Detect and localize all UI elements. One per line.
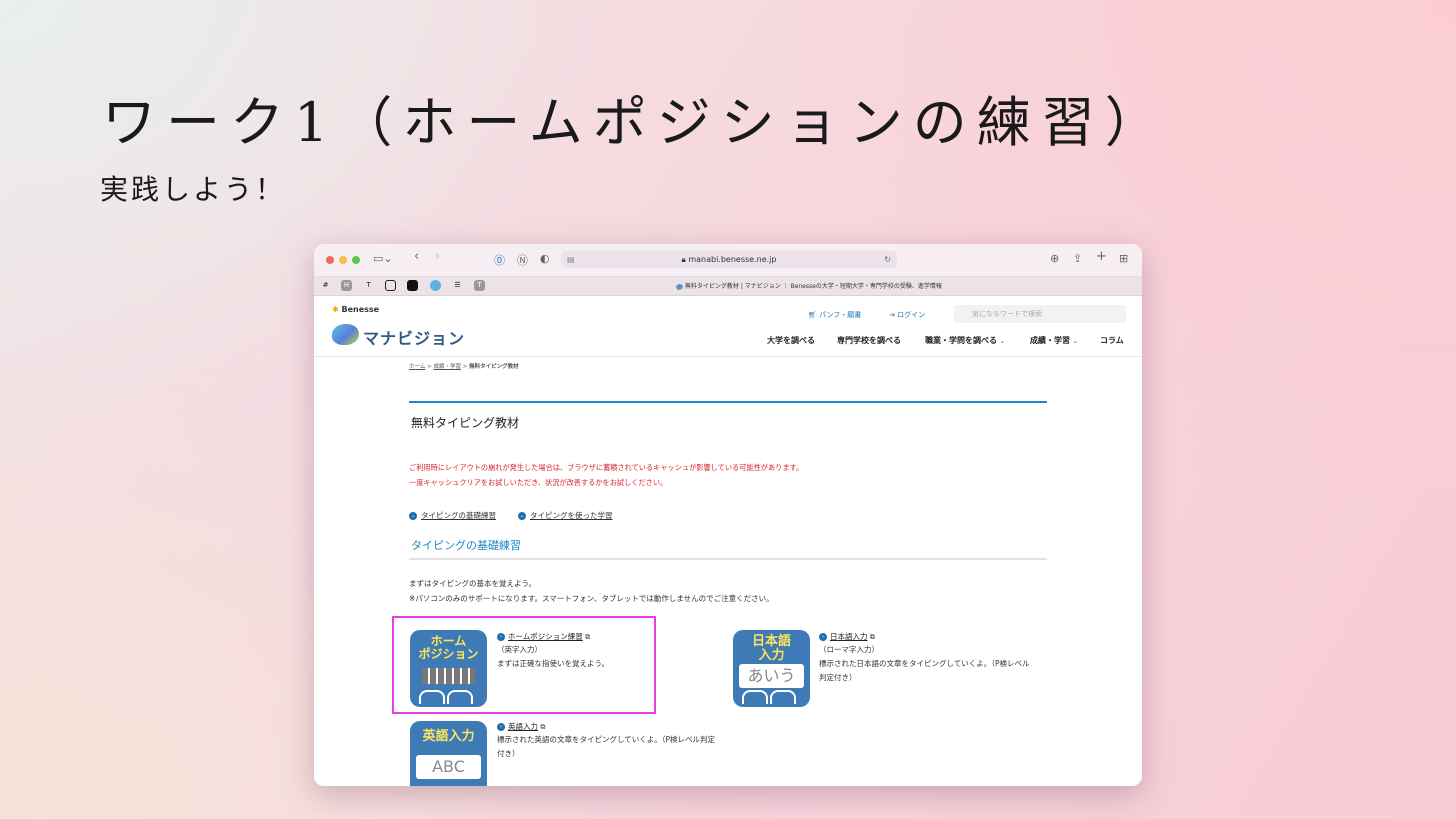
pinned-tab-icon[interactable]: # xyxy=(320,280,331,291)
breadcrumb-grades[interactable]: 成績・学習 xyxy=(433,364,461,370)
nav-grades-label: 成績・学習 xyxy=(1030,336,1070,345)
japanese-input-text: 標示された日本語の文章をタイピングしていくよ。（P検レベル判定付き） xyxy=(819,659,1030,682)
page-icon: ▤ xyxy=(567,255,575,264)
new-tab-icon[interactable]: + xyxy=(1096,249,1107,264)
back-icon[interactable]: ‹ xyxy=(414,249,419,264)
icon-label: 英語入力 xyxy=(422,729,475,744)
zoom-window-button[interactable] xyxy=(352,256,360,264)
intro-line-1: まずはタイピングの基本を覚えよう。 xyxy=(409,579,537,588)
pinned-tab-icon[interactable]: T xyxy=(363,280,374,291)
share-icon[interactable]: ⇪ xyxy=(1073,252,1082,265)
intro-line-2: ※パソコンのみのサポートになります。スマートフォン、タブレットでは動作しませんの… xyxy=(409,594,774,603)
chevron-down-icon: ⌄ xyxy=(999,338,1005,345)
cache-notice-line-2: 一度キャッシュクリアをお試しいただき、状況が改善するかをお試しください。 xyxy=(409,478,668,487)
site-logo-text[interactable]: マナビジョン xyxy=(363,325,465,349)
login-icon: ⇥ xyxy=(889,311,895,319)
site-header: ✱ Benesse マナビジョン 🛒︎ パンフ・願書 ⇥ ログイン ⌕ 気になる… xyxy=(314,296,1142,357)
search-input[interactable]: 気になるワードで検索 xyxy=(954,305,1126,323)
japanese-input-desc: （ローマ字入力） 標示された日本語の文章をタイピングしていくよ。（P検レベル判定… xyxy=(819,643,1037,685)
minimize-window-button[interactable] xyxy=(339,256,347,264)
reload-icon[interactable]: ↻ xyxy=(884,251,891,268)
breadcrumb-home[interactable]: ホーム xyxy=(409,364,425,370)
breadcrumb-current: 無料タイピング教材 xyxy=(469,364,519,370)
chevron-down-icon: ⌄ xyxy=(1072,338,1078,345)
close-window-button[interactable] xyxy=(326,256,334,264)
browser-toolbar: ▭⌄ ‹ › ⓪ Ⓝ ◐ ▤ 🔒︎ manabi.benesse.ne.jp ↻… xyxy=(314,244,1142,277)
icon-label: 入力 xyxy=(758,648,785,663)
url-text: manabi.benesse.ne.jp xyxy=(688,255,777,264)
tab-overview-icon[interactable]: ⊞ xyxy=(1119,252,1128,265)
sidebar-icon[interactable]: ▭⌄ xyxy=(373,252,393,265)
benesse-mark-icon: ✱ xyxy=(332,305,339,314)
nav-careers[interactable]: 職業・学問を調べる ⌄ xyxy=(925,335,1005,346)
japanese-input-sub: （ローマ字入力） xyxy=(819,645,879,654)
highlight-box xyxy=(392,616,656,714)
english-input-app-icon[interactable]: 英語入力 ABC xyxy=(410,721,487,786)
external-link-icon: ⧉ xyxy=(869,633,875,641)
external-link-icon: ⧉ xyxy=(540,723,546,731)
password-extension-icon[interactable]: ⓪ xyxy=(494,252,505,268)
login-link[interactable]: ⇥ ログイン xyxy=(889,310,925,320)
pamphlet-link[interactable]: 🛒︎ パンフ・願書 xyxy=(808,310,861,320)
icon-panel-text: あいう xyxy=(739,664,804,688)
browser-window: ▭⌄ ‹ › ⓪ Ⓝ ◐ ▤ 🔒︎ manabi.benesse.ne.jp ↻… xyxy=(314,244,1142,786)
benesse-logo[interactable]: ✱ Benesse xyxy=(332,305,379,314)
title-divider xyxy=(409,401,1047,403)
pinned-tab-icon[interactable] xyxy=(385,280,396,291)
pamphlet-label: パンフ・願書 xyxy=(819,311,862,319)
tab-favicon-icon xyxy=(676,283,683,290)
pinned-tab-icon[interactable] xyxy=(407,280,418,291)
anchor-learning-label: タイピングを使った学習 xyxy=(530,511,613,520)
japanese-input-app-icon[interactable]: 日本語 入力 あいう xyxy=(733,630,810,707)
hands-icon xyxy=(741,689,802,704)
section-title: タイピングの基礎練習 xyxy=(411,539,521,552)
address-bar[interactable]: ▤ 🔒︎ manabi.benesse.ne.jp ↻ xyxy=(561,251,897,268)
tab-title: 無料タイピング教材 | マナビジョン ｜ Benesseの大学・短期大学・専門学… xyxy=(684,283,942,290)
download-icon[interactable]: ⊕ xyxy=(1050,252,1059,265)
manabision-logo-icon[interactable] xyxy=(332,324,359,345)
breadcrumb: ホーム > 成績・学習 > 無料タイピング教材 xyxy=(409,364,519,370)
english-input-link[interactable]: › 英語入力 ⧉ xyxy=(497,721,545,732)
chevron-down-icon: ⌄ xyxy=(518,512,526,520)
icon-label: 日本語 xyxy=(751,634,791,649)
chevron-right-icon: › xyxy=(819,633,827,641)
login-label: ログイン xyxy=(897,311,926,319)
slide-title: ワーク1（ホームポジションの練習） xyxy=(102,91,1169,154)
nav-vocational-schools[interactable]: 専門学校を調べる xyxy=(837,335,901,346)
english-input-desc: 標示された英語の文章をタイピングしていくよ。（P検レベル判定付き） xyxy=(497,735,716,758)
privacy-shield-icon[interactable]: ◐ xyxy=(540,252,550,265)
cache-notice-line-1: ご利用時にレイアウトの崩れが発生した場合は、ブラウザに蓄積されているキャッシュが… xyxy=(409,463,804,472)
lock-icon: 🔒︎ xyxy=(681,255,686,264)
icon-panel-text: ABC xyxy=(416,755,481,779)
chevron-down-icon: ⌄ xyxy=(409,512,417,520)
anchor-basic-practice[interactable]: ⌄ タイピングの基礎練習 xyxy=(409,510,496,521)
english-input-link-label: 英語入力 xyxy=(508,722,538,731)
active-tab[interactable]: 無料タイピング教材 | マナビジョン ｜ Benesseの大学・短期大学・専門学… xyxy=(676,281,942,290)
nav-grades[interactable]: 成績・学習 ⌄ xyxy=(1030,335,1078,346)
page-title: 無料タイピング教材 xyxy=(411,416,520,430)
section-divider xyxy=(409,558,1047,560)
anchor-basic-label: タイピングの基礎練習 xyxy=(421,511,496,520)
chevron-right-icon: › xyxy=(497,723,505,731)
japanese-input-link[interactable]: › 日本語入力 ⧉ xyxy=(819,631,875,642)
notion-extension-icon[interactable]: Ⓝ xyxy=(517,252,528,268)
tab-bar: # H T ☰ T 無料タイピング教材 | マナビジョン ｜ Benesseの大… xyxy=(314,277,1142,296)
slide-subtitle: 実践しよう！ xyxy=(100,173,287,206)
nav-column[interactable]: コラム xyxy=(1100,335,1124,346)
anchor-typing-learning[interactable]: ⌄ タイピングを使った学習 xyxy=(518,510,613,521)
forward-icon[interactable]: › xyxy=(435,249,440,264)
pinned-tab-icon[interactable]: T xyxy=(474,280,485,291)
brand-text: Benesse xyxy=(341,305,380,314)
pinned-tab-icon[interactable]: H xyxy=(341,280,352,291)
japanese-input-link-label: 日本語入力 xyxy=(830,632,868,641)
pinned-tab-icon[interactable]: ☰ xyxy=(452,280,463,291)
nav-universities[interactable]: 大学を調べる xyxy=(767,335,815,346)
pinned-tab-icon[interactable] xyxy=(430,280,441,291)
nav-careers-label: 職業・学問を調べる xyxy=(925,336,997,345)
cart-icon: 🛒︎ xyxy=(808,311,817,319)
